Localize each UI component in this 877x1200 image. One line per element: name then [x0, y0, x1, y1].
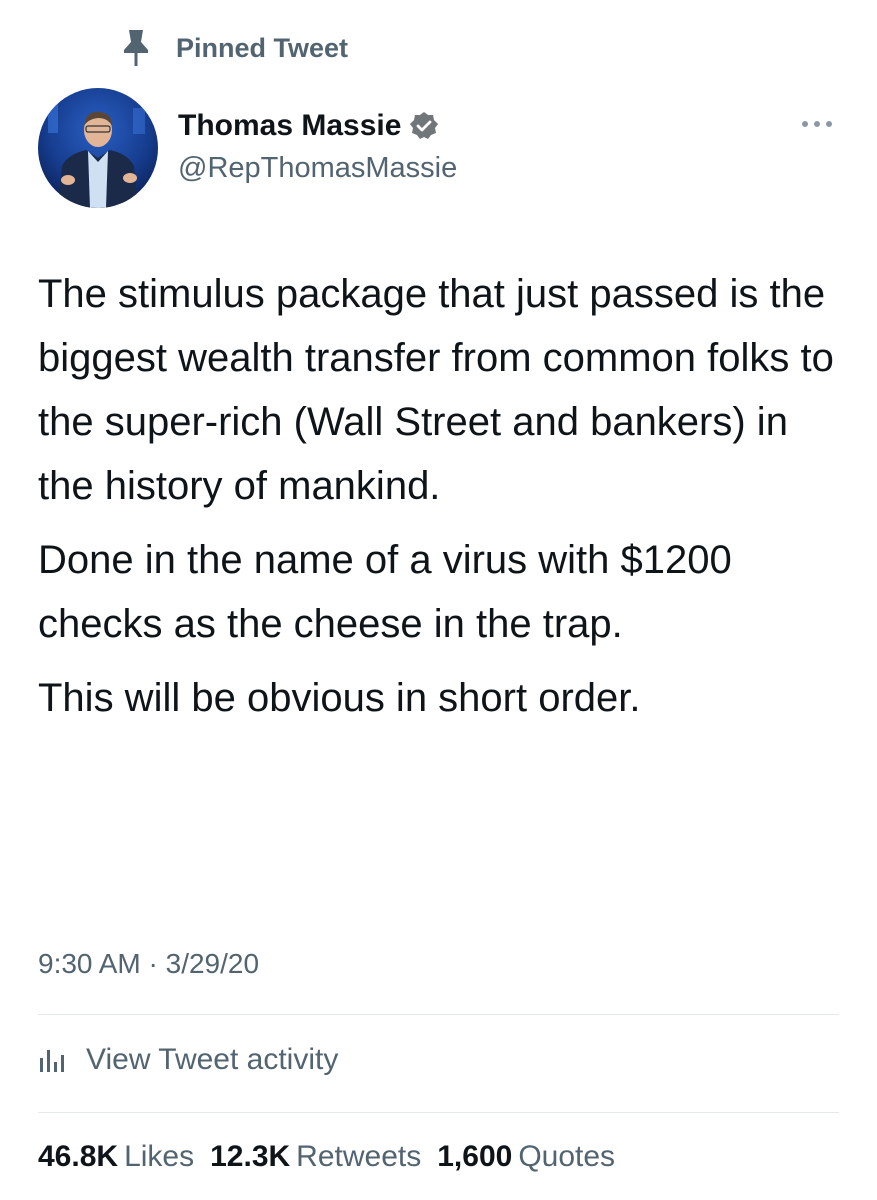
more-options-icon[interactable] [797, 114, 837, 134]
author-name[interactable]: Thomas Massie [178, 109, 401, 143]
tweet-paragraph: The stimulus package that just passed is… [38, 272, 834, 508]
view-tweet-activity-label: View Tweet activity [86, 1043, 339, 1076]
tweet-date: 3/29/20 [165, 948, 260, 979]
timestamp-separator: · [148, 948, 158, 979]
analytics-icon [38, 1046, 66, 1074]
divider [38, 1014, 839, 1015]
likes-count: 46.8K [38, 1140, 119, 1173]
view-tweet-activity-link[interactable]: View Tweet activity [38, 1038, 338, 1082]
engagement-stats: 46.8K Likes 12.3K Retweets 1,600 Quotes [38, 1140, 631, 1174]
divider [38, 1112, 839, 1113]
retweets-stat[interactable]: 12.3K Retweets [210, 1140, 421, 1174]
quotes-stat[interactable]: 1,600 Quotes [437, 1140, 615, 1174]
tweet-paragraph: This will be obvious in short order. [38, 676, 641, 720]
retweets-count: 12.3K [210, 1140, 291, 1173]
author-handle[interactable]: @RepThomasMassie [178, 152, 457, 185]
pinned-indicator: Pinned Tweet [118, 26, 348, 70]
avatar[interactable] [38, 88, 158, 208]
verified-badge-icon [409, 111, 439, 141]
tweet-timestamp[interactable]: 9:30 AM · 3/29/20 [38, 948, 259, 980]
quotes-count: 1,600 [437, 1140, 513, 1173]
author-info: Thomas Massie @RepThomasMassie [178, 104, 457, 185]
pinned-label: Pinned Tweet [176, 32, 349, 63]
quotes-label: Quotes [518, 1140, 616, 1173]
likes-stat[interactable]: 46.8K Likes [38, 1140, 194, 1174]
tweet-text: The stimulus package that just passed is… [38, 262, 848, 740]
retweets-label: Retweets [296, 1140, 422, 1173]
tweet-time: 9:30 AM [38, 948, 141, 979]
likes-label: Likes [124, 1140, 195, 1173]
pin-icon [118, 26, 154, 70]
tweet-paragraph: Done in the name of a virus with $1200 c… [38, 538, 732, 646]
